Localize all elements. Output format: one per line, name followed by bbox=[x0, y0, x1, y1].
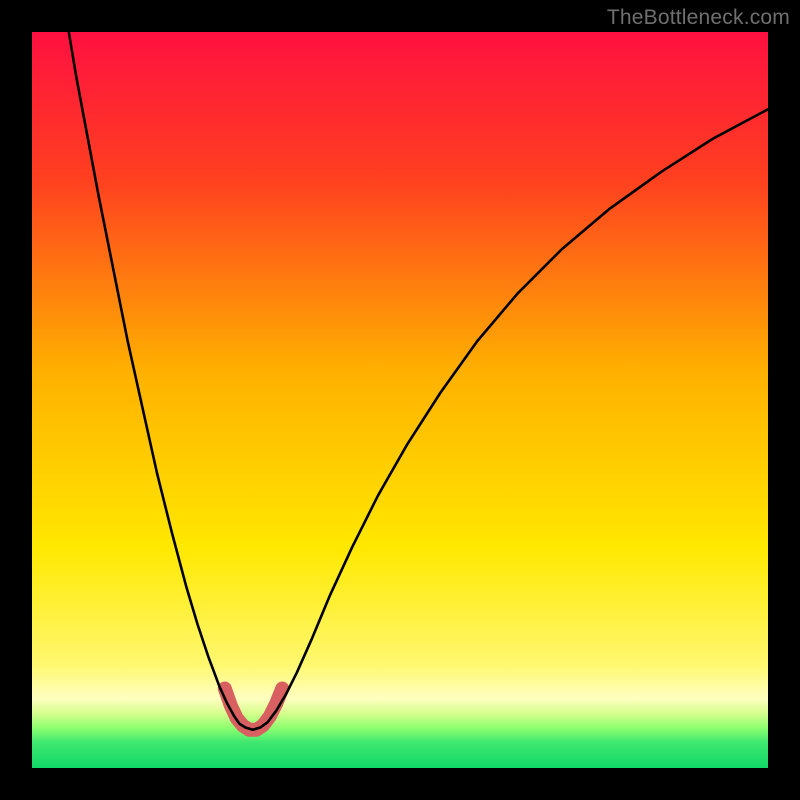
watermark-text: TheBottleneck.com bbox=[607, 6, 790, 30]
chart-frame bbox=[32, 32, 768, 768]
background-gradient bbox=[32, 32, 768, 768]
